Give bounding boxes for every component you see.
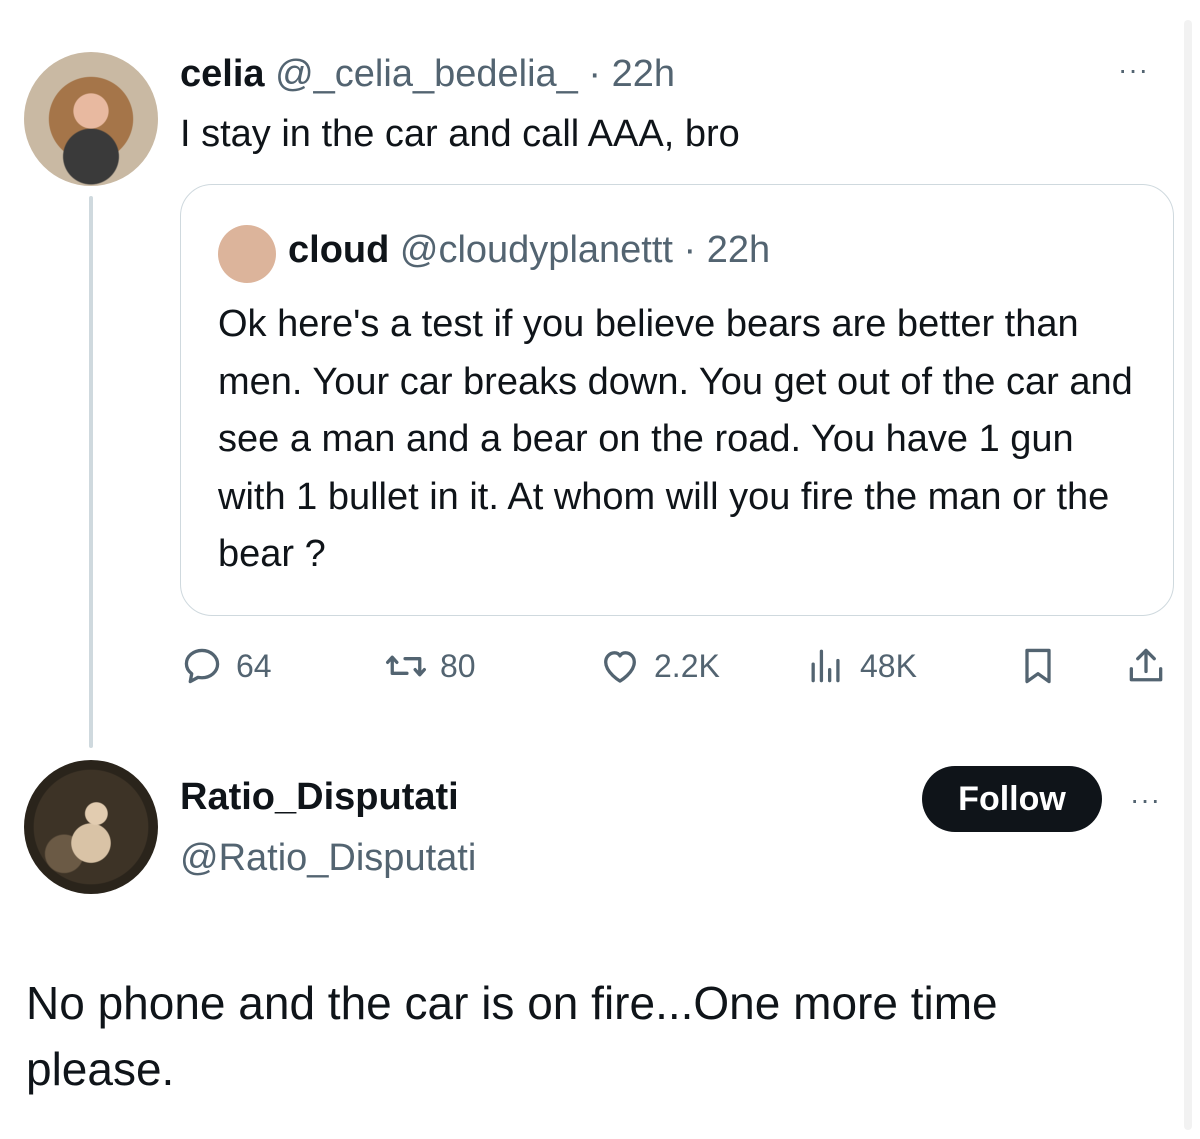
bar-chart-icon xyxy=(811,649,840,683)
repost-count: 80 xyxy=(440,647,476,684)
bookmark-button[interactable] xyxy=(1016,640,1060,692)
tweet-text: I stay in the car and call AAA, bro xyxy=(180,113,740,155)
quoted-time-separator: · xyxy=(672,229,707,271)
reply-count: 64 xyxy=(236,647,272,684)
share-button[interactable] xyxy=(1124,640,1168,692)
like-button[interactable]: 2.2K xyxy=(598,640,720,692)
avatar-celia[interactable] xyxy=(24,52,158,186)
repost-button[interactable]: 80 xyxy=(384,640,476,692)
time-separator: · xyxy=(577,53,612,95)
scrollbar[interactable] xyxy=(1184,20,1192,1130)
repost-arrows-icon xyxy=(386,655,426,677)
view-count: 48K xyxy=(860,647,917,684)
avatar-ratio-disputati[interactable] xyxy=(24,760,158,894)
speech-bubble-icon xyxy=(184,648,220,684)
follow-button[interactable]: Follow xyxy=(922,766,1102,832)
quoted-author-handle[interactable]: @cloudyplanettt xyxy=(400,229,673,271)
quoted-tweet-time[interactable]: 22h xyxy=(707,229,770,271)
reply-author-handle[interactable]: @Ratio_Disputati xyxy=(180,836,476,880)
more-options-icon[interactable]: ··· xyxy=(1118,54,1149,86)
quoted-author-name[interactable]: cloud xyxy=(288,229,389,271)
heart-icon xyxy=(604,651,636,683)
tweet-time[interactable]: 22h xyxy=(612,53,675,95)
reply-author-name[interactable]: Ratio_Disputati xyxy=(180,775,459,819)
avatar-cloud[interactable] xyxy=(218,225,276,283)
bookmark-icon xyxy=(1025,648,1051,684)
thread-connector-line xyxy=(89,196,93,748)
quoted-tweet-text: Ok here's a test if you believe bears ar… xyxy=(218,303,1133,576)
author-handle[interactable]: @_celia_bedelia_ xyxy=(275,53,578,95)
reply-button[interactable]: 64 xyxy=(180,640,272,692)
quoted-tweet-header: cloud @cloudyplanettt · 22h xyxy=(288,228,770,272)
like-count: 2.2K xyxy=(654,647,720,684)
tweet-header: celia @_celia_bedelia_ · 22h xyxy=(180,52,675,96)
reply-more-options-icon[interactable]: ··· xyxy=(1130,784,1161,816)
share-upload-icon xyxy=(1129,648,1163,682)
author-name[interactable]: celia xyxy=(180,53,265,95)
reply-tweet-text: No phone and the car is on fire...One mo… xyxy=(26,977,998,1095)
views-button[interactable]: 48K xyxy=(804,640,917,692)
